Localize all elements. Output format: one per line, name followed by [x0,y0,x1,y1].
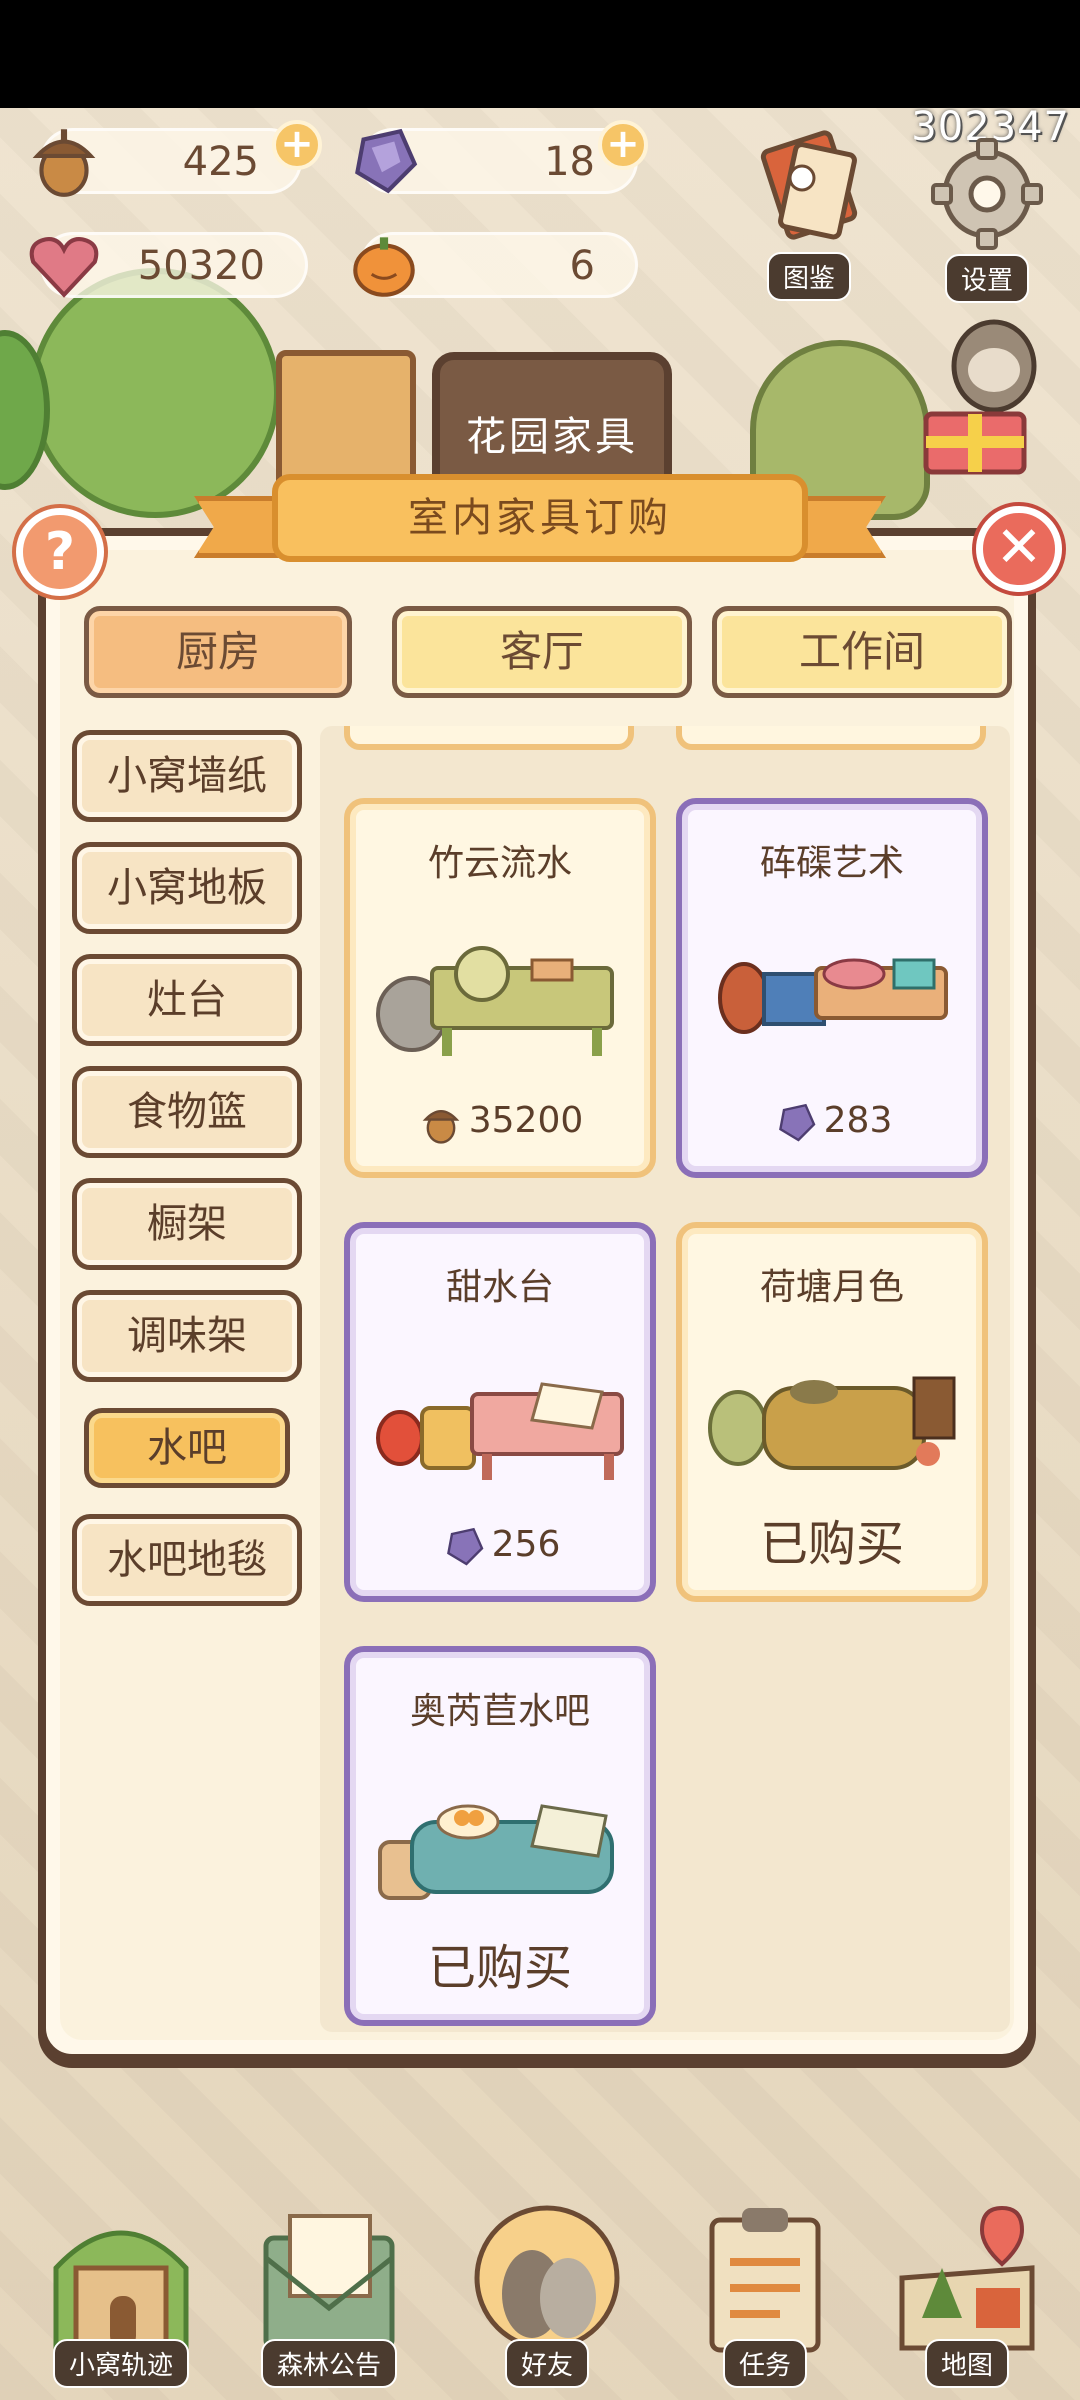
item-price: 35200 [350,1098,650,1146]
item-price-value: 35200 [468,1100,584,1141]
nav-label: 好友 [504,2339,590,2388]
water-bar-furniture-image [376,1382,624,1480]
close-button[interactable]: ✕ [976,506,1062,592]
gift-icon [923,319,1037,475]
item-price-value: 256 [491,1524,561,1565]
nav-label: 森林公告 [260,2339,398,2388]
category-cabinet[interactable]: 橱架 [72,1178,302,1270]
item-price: 256 [350,1522,650,1570]
catalog-book-icon [760,130,858,240]
nav-label: 小窝轨迹 [52,2339,190,2388]
nav-home-track[interactable]: 小窝轨迹 [26,2198,216,2388]
house-icon [53,2230,189,2351]
sloth-gift-button[interactable] [920,318,1050,478]
nav-friends[interactable]: 好友 [452,2198,642,2388]
nav-forest-notice[interactable]: 森林公告 [234,2198,424,2388]
category-wallpaper[interactable]: 小窝墙纸 [72,730,302,822]
water-bar-furniture-image [378,1804,614,1900]
category-water-bar-rug[interactable]: 水吧地毯 [72,1514,302,1606]
gear-icon [931,138,1043,250]
item-card-dessert-counter[interactable]: 甜水台 256 [344,1222,656,1602]
tab-workshop[interactable]: 工作间 [712,606,1012,698]
acorn-icon [32,129,96,197]
panel-title-ribbon: 室内家具订购 [194,474,886,574]
gem-icon [446,1527,484,1566]
gem-icon [355,128,418,194]
item-price-value: 283 [823,1100,893,1141]
item-name: 甜水台 [445,1267,554,1308]
nav-map[interactable]: 地图 [872,2198,1062,2388]
category-stove[interactable]: 灶台 [72,954,302,1046]
apple-tree [30,268,280,518]
item-card-partial[interactable] [676,726,986,750]
item-card-orich-water-bar[interactable]: 奥芮苣水吧 已购买 [344,1646,656,2026]
help-button[interactable]: ? [16,508,104,596]
item-name: 奥芮苣水吧 [409,1691,590,1732]
tab-kitchen[interactable]: 厨房 [84,606,352,698]
pumpkin-currency: 6 [353,232,638,298]
category-water-bar[interactable]: 水吧 [84,1408,290,1488]
catalog-label: 图鉴 [766,252,851,301]
gem-currency: 18 [355,128,638,194]
item-card-tridacna-art[interactable]: 砗磲艺术 283 [676,798,988,1178]
pumpkin-count: 6 [569,243,595,289]
acorn-currency: 425 [32,128,302,197]
nav-label: 地图 [924,2339,1010,2388]
status-bar [0,0,1080,108]
heart-currency: 50320 [29,232,308,298]
water-bar-furniture-image [708,1376,956,1470]
nav-label: 任务 [722,2339,808,2388]
settings-label: 设置 [944,254,1029,303]
settings-button[interactable]: 设置 [924,138,1050,303]
acorn-count: 425 [182,139,259,185]
friends-icon [474,2205,620,2351]
letter-icon [263,2214,395,2351]
clipboard-icon [709,2208,821,2353]
tab-living-room[interactable]: 客厅 [392,606,692,698]
item-name: 砗磲艺术 [759,843,904,884]
item-card-lotus-moonlight[interactable]: 荷塘月色 已购买 [676,1222,988,1602]
item-card-bamboo-cloud[interactable]: 竹云流水 35200 [344,798,656,1178]
item-name: 荷塘月色 [759,1267,904,1308]
item-grid[interactable]: 竹云流水 35200 砗磲艺术 283 甜水台 256 荷塘月色 已购买 奥芮苣… [320,726,1010,2032]
map-icon [899,2205,1035,2351]
sign-text: 花园家具 [466,414,638,460]
category-floor[interactable]: 小窝地板 [72,842,302,934]
nav-tasks[interactable]: 任务 [670,2198,860,2388]
catalog-button[interactable]: 图鉴 [748,128,870,301]
water-bar-furniture-image [718,958,948,1034]
birdhouse [276,350,416,490]
pumpkin-icon [353,237,415,297]
category-spice-rack[interactable]: 调味架 [72,1290,302,1382]
item-card-partial[interactable] [344,726,634,750]
gem-count: 18 [544,139,595,185]
heart-count: 50320 [137,243,265,289]
item-price: 283 [682,1098,982,1146]
item-status: 已购买 [427,1940,572,1996]
add-gem-button[interactable]: + [598,120,648,170]
gem-icon [778,1103,816,1142]
heart-gem-icon [29,237,99,298]
acorn-icon [422,1110,460,1144]
water-bar-furniture-image [376,946,614,1056]
add-acorn-button[interactable]: + [272,120,322,170]
panel-title: 室内家具订购 [272,474,808,562]
category-food-basket[interactable]: 食物篮 [72,1066,302,1158]
item-name: 竹云流水 [427,843,572,884]
item-status: 已购买 [759,1516,904,1572]
